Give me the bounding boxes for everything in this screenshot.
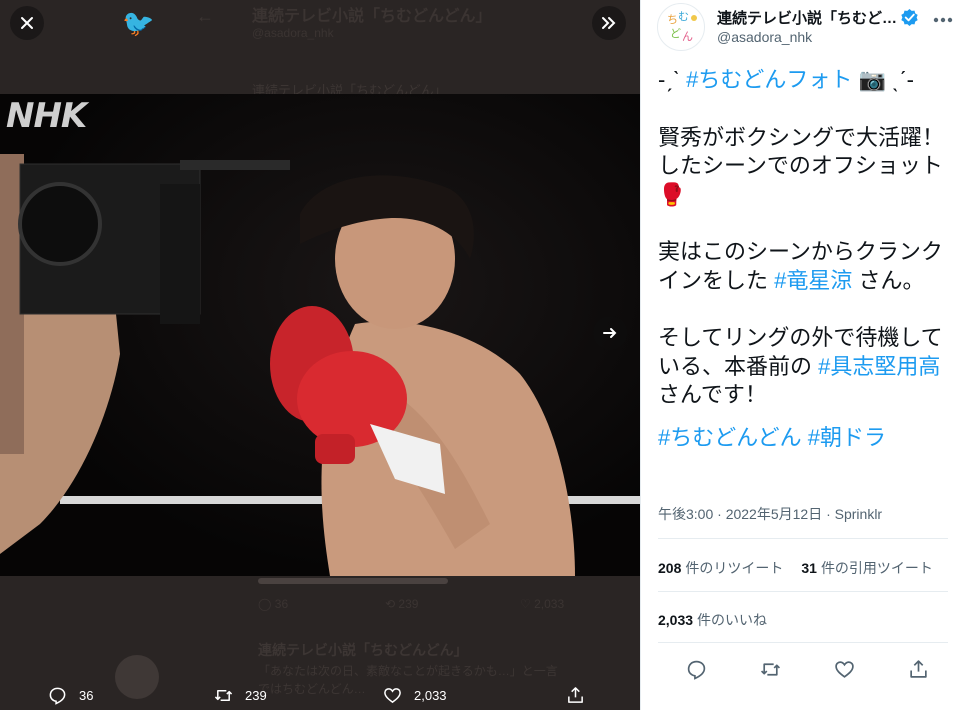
tweet-text: -ˏˋ #ちむどんフォト 📷 ˎˊ- 賢秀がボクシングで大活躍！したシーンでのオ…: [658, 66, 954, 481]
tweet-action-bar: [641, 654, 962, 684]
photo-scene: [0, 154, 640, 576]
tweet-paragraph-4: そしてリングの外で待機している、本番前の #具志堅用高 さんです！: [658, 324, 954, 410]
quote-count: 31: [801, 560, 817, 576]
tweet-detail-panel: ち む ど ん 連続テレビ小説「ちむど… @asadora_nhk -ˏˋ #ち…: [640, 0, 962, 710]
reply-icon: [49, 687, 66, 705]
tweet-photo: NHK: [0, 94, 640, 576]
tweet-timestamp[interactable]: 午後3:00 · 2022年5月12日 · Sprinklr: [658, 504, 882, 524]
hashtag-link[interactable]: #ちむどんフォト: [686, 67, 852, 92]
hashtag-link[interactable]: #朝ドラ: [808, 425, 886, 450]
media-viewer: 🐦 ← 連続テレビ小説「ちむどんどん」 @asadora_nhk 連続テレビ小説…: [0, 0, 640, 710]
like-stats: 2,033 件のいいね: [658, 610, 767, 630]
avatar[interactable]: ち む ど ん: [657, 3, 705, 51]
svg-text:む: む: [678, 10, 689, 23]
background-reply-icon: ◯ 36: [258, 597, 289, 611]
background-retweet-icon: ⟲ 239: [385, 597, 419, 611]
likes-link[interactable]: 2,033 件のいいね: [658, 612, 767, 628]
divider: [658, 591, 948, 592]
retweet-stats: 208 件のリツイート 31 件の引用ツイート: [658, 558, 933, 578]
retweets-link[interactable]: 208 件のリツイート: [658, 558, 783, 578]
background-reply-name: 連続テレビ小説「ちむどんどん」: [258, 642, 468, 658]
share-icon: [909, 659, 927, 678]
viewer-like-count: 2,033: [414, 688, 447, 703]
tweet-text-part: さんです！: [658, 382, 767, 407]
retweet-icon: [214, 689, 233, 702]
quote-label: 件の引用ツイート: [820, 560, 933, 576]
divider: [658, 538, 948, 539]
collapse-icon: [602, 17, 616, 29]
retweet-label: 件のリツイート: [685, 560, 784, 576]
tweet-text-part: さん。: [852, 267, 925, 293]
like-label: 件のいいね: [697, 612, 768, 628]
share-icon: [568, 687, 583, 703]
nhk-logo: NHK: [6, 96, 87, 136]
account-handle[interactable]: @asadora_nhk: [717, 29, 812, 45]
avatar-logo-icon: ち む ど ん: [667, 10, 697, 43]
tweet-paragraph-2: 賢秀がボクシングで大活躍！したシーンでのオフショット🥊: [658, 124, 945, 207]
viewer-retweet-count: 239: [245, 688, 267, 703]
next-arrow-icon: [603, 328, 617, 338]
decoration-text: 📷 ˎˊ-: [852, 67, 914, 92]
decoration-text: -ˏˋ: [658, 67, 687, 92]
next-image-button[interactable]: [593, 316, 627, 350]
reply-button[interactable]: [681, 656, 711, 682]
viewer-retweet-button[interactable]: 239: [214, 686, 267, 705]
close-icon: [21, 17, 33, 29]
tweet-line-1: -ˏˋ #ちむどんフォト 📷 ˎˊ-: [658, 66, 954, 95]
tweet-hashtags: #ちむどんどん #朝ドラ: [658, 424, 954, 453]
collapse-panel-button[interactable]: [592, 6, 626, 40]
background-handle: @asadora_nhk: [252, 26, 334, 40]
tweet-header: ち む ど ん 連続テレビ小説「ちむど… @asadora_nhk: [641, 0, 962, 60]
hashtag-link[interactable]: #竜星涼: [774, 268, 852, 293]
retweet-icon: [760, 662, 780, 676]
quote-tweets-link[interactable]: 31 件の引用ツイート: [801, 558, 933, 578]
viewer-action-bar: 36 239 2,033: [0, 680, 640, 710]
background-like-icon: ♡ 2,033: [520, 597, 565, 611]
more-options-button[interactable]: [931, 10, 955, 30]
svg-text:ち: ち: [667, 13, 678, 26]
tweet-paragraph-3: 実はこのシーンからクランクインをした #竜星涼 さん。: [658, 238, 954, 295]
svg-text:ど: ど: [670, 27, 681, 40]
reply-icon: [687, 660, 705, 680]
account-name-line: 連続テレビ小説「ちむど…: [717, 7, 925, 28]
retweet-count: 208: [658, 560, 682, 576]
share-button[interactable]: [903, 656, 933, 682]
background-bird-icon: 🐦: [122, 8, 155, 38]
svg-text:ん: ん: [682, 30, 693, 43]
background-reply-line: 「あなたは次の日、素敵なことが起きるかも…」と一言: [258, 664, 558, 678]
more-icon: [933, 17, 953, 23]
divider: [658, 642, 948, 643]
like-button[interactable]: [829, 656, 859, 682]
background-card-edge: [258, 578, 448, 584]
hashtag-link[interactable]: #ちむどんどん: [658, 425, 802, 450]
viewer-like-button[interactable]: 2,033: [383, 686, 447, 705]
account-name[interactable]: 連続テレビ小説「ちむど…: [717, 7, 897, 28]
verified-icon: [901, 8, 918, 27]
viewer-share-button[interactable]: [566, 686, 585, 705]
close-button[interactable]: [10, 6, 44, 40]
like-icon: [834, 660, 854, 678]
like-icon: [384, 688, 401, 704]
like-count: 2,033: [658, 612, 694, 628]
background-back-icon: ←: [196, 6, 214, 26]
background-account-name: 連続テレビ小説「ちむどんどん」: [252, 8, 492, 25]
hashtag-link[interactable]: #具志堅用高: [818, 354, 940, 379]
viewer-reply-button[interactable]: 36: [48, 686, 93, 705]
viewer-reply-count: 36: [79, 688, 94, 703]
retweet-button[interactable]: [755, 656, 785, 682]
